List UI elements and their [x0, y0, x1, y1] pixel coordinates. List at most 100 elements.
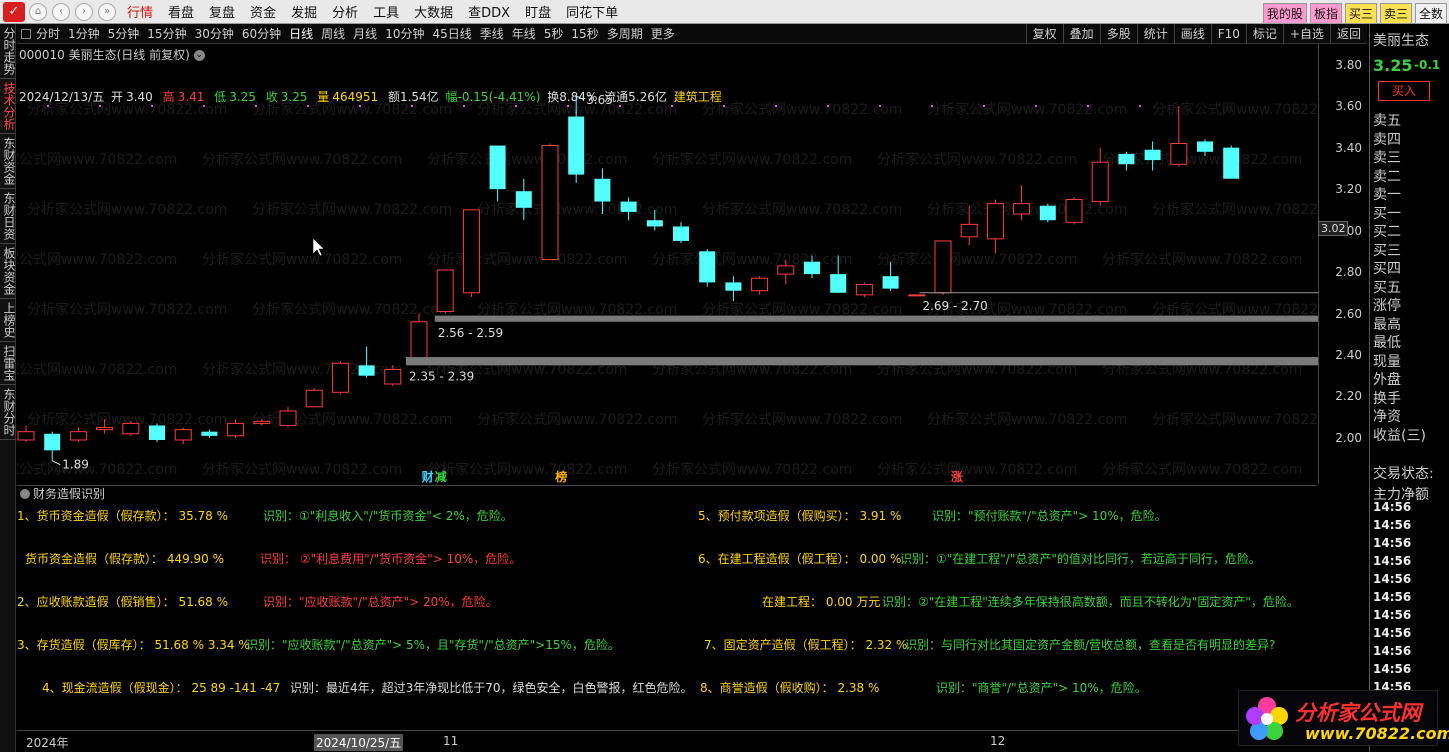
period-tab[interactable]: 分时 [36, 25, 60, 42]
candle-body [410, 321, 428, 360]
period-tab[interactable]: 15分钟 [147, 25, 186, 42]
period-tab[interactable]: 30分钟 [195, 25, 234, 42]
candle [201, 429, 218, 438]
candle [462, 209, 480, 297]
chart-tool[interactable]: 复权 [1025, 24, 1063, 44]
period-tab[interactable]: 5分钟 [108, 25, 140, 42]
menu-item[interactable]: 工具 [373, 2, 399, 21]
left-tab[interactable]: 技术分析 [0, 79, 16, 134]
candle-body [934, 240, 952, 294]
rule-1-note: 识别：①"利息收入"/"货币资金"< 2%，危险。 [263, 509, 513, 523]
candle-body [1170, 143, 1188, 165]
chart-tool[interactable]: F10 [1210, 24, 1246, 44]
candle-body [855, 283, 873, 296]
y-tick-label: 2.80 [1335, 265, 1362, 280]
period-tab[interactable]: 多周期 [607, 25, 643, 42]
menu-item[interactable]: 盯盘 [525, 2, 551, 21]
menu-item[interactable]: 看盘 [168, 2, 194, 21]
top-right-button[interactable]: 我的股 [1262, 3, 1307, 24]
period-tab[interactable]: 年线 [512, 25, 536, 42]
chart-tool[interactable]: 多股 [1099, 24, 1137, 44]
period-tab[interactable]: 月线 [353, 25, 377, 42]
chart-tool[interactable]: +自选 [1282, 24, 1330, 44]
left-tab[interactable]: 东财分时 [0, 385, 16, 440]
menu-item[interactable]: 同花下单 [566, 2, 618, 21]
left-tab[interactable]: 扫雷宝 [0, 342, 16, 385]
period-tab[interactable]: 1分钟 [68, 25, 100, 42]
y-tick-label: 3.60 [1335, 99, 1362, 114]
candle-body [1223, 147, 1240, 179]
trade-time: 14:56 [1373, 608, 1412, 622]
candle-body [751, 277, 769, 292]
date-axis: 2024年 2024/10/25/五 11 12 [17, 730, 1367, 752]
top-dot-marker [671, 105, 673, 107]
period-tab[interactable]: 更多 [651, 25, 675, 42]
candle-body [305, 389, 323, 408]
menu-item[interactable]: 分析 [332, 2, 358, 21]
watermark-text: 分析家公式网www.70822.com [702, 301, 902, 318]
left-tab[interactable]: 东财日资 [0, 189, 16, 244]
period-tab[interactable]: 45日线 [432, 25, 471, 42]
chart-tool[interactable]: 返回 [1329, 24, 1367, 44]
quote-label: 卖五 [1373, 113, 1401, 129]
top-dot-marker [983, 105, 985, 107]
buy-button[interactable]: 买入 [1378, 81, 1430, 101]
left-tab-bar: 分时走势 技术分析 东财资金 东财日资 板块资金 上榜史 扫雷宝 东财分时 [0, 24, 16, 752]
period-toolbar: 分时 1分钟 5分钟 15分钟 30分钟 60分钟 日线 周线 月线 10分钟 45日线 季线 年线 5秒… [17, 24, 1367, 44]
chart-tool[interactable]: 标记 [1245, 24, 1283, 44]
watermark-title: 分析家公式网 [1295, 701, 1421, 725]
left-tab[interactable]: 板块资金 [0, 244, 16, 299]
trade-time: 14:56 [1373, 644, 1412, 658]
watermark-text: 分析家公式网www.70822.com [1152, 301, 1318, 318]
top-right-button[interactable]: 买三 [1344, 3, 1377, 24]
back-icon[interactable]: ‹ [52, 2, 70, 21]
period-tab[interactable]: 15秒 [571, 25, 598, 42]
chart-tool[interactable]: 统计 [1136, 24, 1174, 44]
watermark-text: 分析家公式网www.70822.com [877, 151, 1077, 168]
top-right-button[interactable]: 卖三 [1379, 3, 1412, 24]
menu-item[interactable]: 复盘 [209, 2, 235, 21]
chart-tool[interactable]: 画线 [1173, 24, 1211, 44]
candle-body [44, 433, 61, 451]
left-tab[interactable]: 分时走势 [0, 24, 16, 79]
candlestick-chart[interactable]: 分析家公式网www.70822.com 分析家公式网www.70822.com 分析… [17, 44, 1318, 484]
menu-item[interactable]: 发掘 [291, 2, 317, 21]
watermark-text: 分析家公式网www.70822.com [27, 201, 227, 218]
y-tick-label: 2.20 [1335, 389, 1362, 404]
candle [1223, 145, 1240, 179]
top-right-button[interactable]: 全数 [1414, 3, 1447, 24]
collapse-icon[interactable] [20, 488, 30, 499]
layout-toggle-icon[interactable] [21, 28, 31, 39]
rule-3: 3、存货造假（假库存）： 51.68 % 3.34 % [17, 638, 250, 652]
top-right-button[interactable]: 板指 [1309, 3, 1342, 24]
period-tab[interactable]: 60分钟 [242, 25, 281, 42]
menu-item[interactable]: 行情 [127, 2, 153, 21]
period-tab[interactable]: 季线 [480, 25, 504, 42]
forward-icon[interactable]: › [75, 2, 93, 21]
candle-body [620, 201, 637, 212]
menu-item[interactable]: 资金 [250, 2, 276, 21]
chart-tool[interactable]: 叠加 [1062, 24, 1100, 44]
left-tab[interactable]: 上榜史 [0, 299, 16, 342]
quote-label: 外盘 [1373, 372, 1401, 388]
period-tab[interactable]: 10分钟 [385, 25, 424, 42]
y-tick-label: 3.20 [1335, 182, 1362, 197]
period-tab[interactable]: 5秒 [544, 25, 564, 42]
home-icon[interactable]: ⌂ [29, 2, 47, 21]
watermark-text: 分析家公式网www.70822.com [652, 461, 852, 478]
period-tab[interactable]: 日线 [289, 25, 313, 42]
menu-item[interactable]: 大数据 [414, 2, 453, 21]
candle-body [804, 261, 820, 275]
watermark-text: 分析家公式网www.70822.com [1152, 201, 1318, 218]
event-marker: 财 [421, 469, 434, 484]
candle [149, 423, 165, 443]
period-tab[interactable]: 周线 [321, 25, 345, 42]
double-forward-icon[interactable]: » [98, 2, 116, 21]
y-tick-label: 2.00 [1335, 430, 1362, 445]
gap-band [434, 315, 1318, 322]
candle-body [1065, 198, 1083, 223]
watermark-text: 分析家公式网www.70822.com [1152, 411, 1318, 428]
menu-item[interactable]: 查DDX [468, 2, 510, 21]
left-tab[interactable]: 东财资金 [0, 134, 16, 189]
candle [122, 421, 140, 436]
